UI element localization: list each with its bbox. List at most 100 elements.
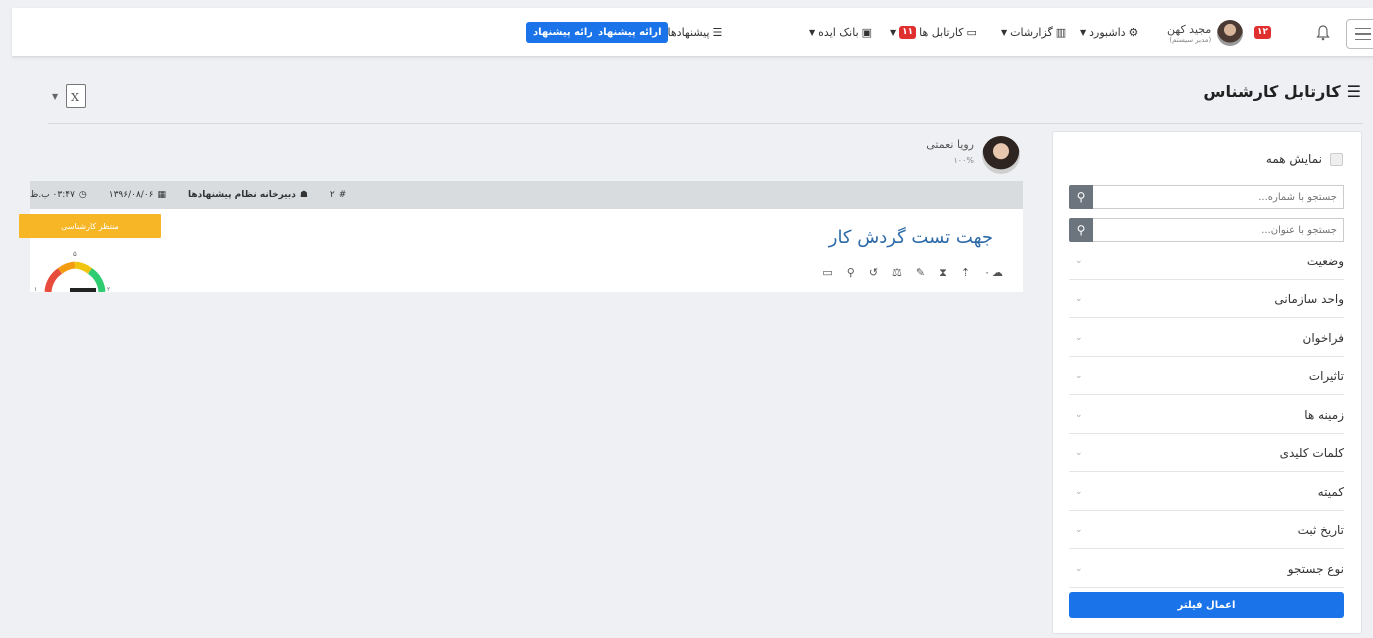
- hourglass-icon[interactable]: ⧗: [939, 266, 947, 280]
- filter-label: فراخوان: [1302, 330, 1344, 345]
- my-proposals-dropdown[interactable]: ارائه پیشنهاد: [592, 8, 668, 57]
- menu-bar-icon: [1355, 38, 1371, 41]
- image-icon: ▣: [861, 26, 873, 39]
- author-percent: ۱۰۰%: [953, 156, 975, 165]
- chevron-down-icon: ⌄: [1075, 409, 1083, 420]
- chevron-down-icon: ⌄: [1075, 293, 1083, 304]
- show-all-label: نمایش همه: [1265, 152, 1322, 166]
- edit-icon[interactable]: ✎: [916, 266, 925, 280]
- user-name: مجید کهن: [1167, 22, 1212, 36]
- filter-label: تاثیرات: [1308, 368, 1344, 383]
- filter-label: وضعیت: [1306, 253, 1344, 268]
- filter-label: زمینه ها: [1304, 407, 1344, 422]
- filter-register-date[interactable]: ⌄ تاریخ ثبت: [1069, 511, 1344, 549]
- proposal-toolbar: ▭ ⚲ ↺ ⚖ ✎ ⧗ ⇡ ۰ ☁: [822, 266, 1003, 280]
- nav-idea-bank[interactable]: ▼ بانک ایده ▣: [809, 8, 872, 57]
- proposal-author: رویا نعمتی ۱۰۰%: [905, 134, 1020, 174]
- chevron-down-icon: ⌄: [1075, 563, 1083, 574]
- nav-reports[interactable]: ▼ گزارشات ▥: [1001, 8, 1066, 57]
- search-icon[interactable]: ⚲: [1069, 218, 1093, 242]
- monitor-icon: ▭: [966, 26, 977, 39]
- nav-dashboard[interactable]: ▼ داشبورد ⚙: [1080, 8, 1138, 57]
- user-role: (مدیر سیستم): [1169, 35, 1212, 44]
- menu-bar-icon: [1355, 27, 1371, 30]
- filter-status[interactable]: ⌄ وضعیت: [1069, 242, 1344, 280]
- filter-panel: نمایش همه ⚲ ⚲ ⌄ وضعیت ⌄ واحد سازمانی ⌄ ف…: [1052, 131, 1362, 634]
- propose-button-label: ارائه پیشنهاد: [533, 27, 597, 38]
- proposal-secretariat: ☗ دبیرخانه نظام پیشنهادها: [188, 190, 308, 200]
- dashboard-icon: ⚙: [1128, 26, 1139, 39]
- filter-label: کمیته: [1317, 484, 1344, 499]
- nav-reports-label: گزارشات: [1010, 26, 1053, 39]
- history-icon[interactable]: ↺: [869, 266, 878, 280]
- proposal-time: ◷ ۰۳:۴۷ ب.ظ: [30, 190, 87, 200]
- menu-toggle-button[interactable]: [1346, 19, 1373, 49]
- score-gauge: ۵ ۱ ۲: [30, 244, 120, 292]
- chevron-down-icon: ⌄: [1075, 370, 1083, 381]
- my-proposals-button: ارائه پیشنهاد: [592, 22, 668, 43]
- filter-keywords[interactable]: ⌄ کلمات کلیدی: [1069, 434, 1344, 472]
- scale-icon[interactable]: ⚖: [892, 266, 902, 280]
- search-icon[interactable]: ⚲: [847, 266, 855, 280]
- author-avatar: [982, 136, 1020, 174]
- filter-label: واحد سازمانی: [1274, 291, 1344, 306]
- search-icon[interactable]: ⚲: [1069, 185, 1093, 209]
- excel-icon: X: [66, 84, 87, 108]
- messages-indicator[interactable]: ۱۲: [1254, 8, 1271, 57]
- nav-cartables[interactable]: ▼ ۱۱ کارتابل ها ▭: [890, 8, 977, 57]
- chevron-down-icon: ⌄: [1075, 524, 1083, 535]
- gauge-max-label: ۵: [73, 250, 77, 258]
- cartables-count-badge: ۱۱: [899, 26, 917, 39]
- filter-search-type[interactable]: ⌄ نوع جستجو: [1069, 550, 1344, 588]
- filter-impacts[interactable]: ⌄ تاثیرات: [1069, 357, 1344, 395]
- filter-org-unit[interactable]: ⌄ واحد سازمانی: [1069, 280, 1344, 318]
- filter-fields[interactable]: ⌄ زمینه ها: [1069, 396, 1344, 434]
- proposal-number: # ۲: [329, 190, 347, 200]
- list-icon: ☰: [712, 26, 723, 39]
- menu-bar-icon: [1355, 33, 1371, 35]
- list-icon: ☰: [1346, 82, 1361, 101]
- search-number-input[interactable]: [1093, 185, 1344, 209]
- chevron-down-icon: ▼: [1001, 28, 1008, 37]
- proposal-card-header: # ۲ ☗ دبیرخانه نظام پیشنهادها ▦ ۱۳۹۶/۰۸/…: [30, 181, 1023, 209]
- filter-call[interactable]: ⌄ فراخوان: [1069, 319, 1344, 357]
- chevron-down-icon: ⌄: [1075, 255, 1083, 266]
- chevron-down-icon: ▼: [1080, 28, 1087, 37]
- user-avatar: [1217, 19, 1244, 46]
- checkbox-icon[interactable]: [1330, 152, 1343, 166]
- apply-filter-button[interactable]: اعمال فیلتر: [1069, 592, 1344, 618]
- upload-icon[interactable]: ⇡: [961, 266, 970, 280]
- chevron-down-icon: ⌄: [1075, 332, 1083, 343]
- clock-icon: ◷: [78, 190, 87, 200]
- proposal-date: ▦ ۱۳۹۶/۰۸/۰۶: [108, 190, 167, 200]
- excel-export[interactable]: ▼ X: [52, 84, 87, 108]
- window-icon[interactable]: ▭: [822, 266, 832, 280]
- chevron-down-icon: ⌄: [1075, 447, 1083, 458]
- proposal-title[interactable]: جهت تست گردش کار: [829, 227, 993, 248]
- top-navbar: ۱۲ مجید کهن (مدیر سیستم) ▼ داشبورد ⚙ ▼ گ…: [12, 8, 1373, 57]
- show-all-checkbox[interactable]: نمایش همه: [1266, 152, 1343, 166]
- filter-label: نوع جستجو: [1287, 561, 1344, 576]
- search-title-input[interactable]: [1093, 218, 1344, 242]
- status-badge: منتظر کارشناسی: [19, 214, 161, 238]
- nav-dashboard-label: داشبورد: [1089, 26, 1126, 39]
- user-info: مجید کهن (مدیر سیستم): [1167, 22, 1211, 44]
- comments-icon[interactable]: ۰ ☁: [984, 266, 1003, 280]
- search-by-title: ⚲: [1069, 218, 1344, 242]
- filter-committee[interactable]: ⌄ کمیته: [1069, 473, 1344, 511]
- group-icon: ☗: [299, 190, 308, 200]
- filter-label: کلمات کلیدی: [1279, 445, 1344, 460]
- hash-icon: #: [338, 190, 347, 200]
- user-menu[interactable]: مجید کهن (مدیر سیستم): [1167, 8, 1244, 57]
- messages-count-badge: ۱۲: [1254, 26, 1271, 39]
- notification-bell-icon[interactable]: [1316, 8, 1330, 57]
- search-by-number: ⚲: [1069, 185, 1344, 209]
- page-title: کارتابل کارشناس ☰: [1203, 82, 1361, 101]
- gauge-side-label: ۲: [107, 286, 110, 292]
- calendar-icon: ▦: [157, 190, 167, 200]
- chevron-down-icon: ▼: [52, 91, 59, 101]
- filter-label: تاریخ ثبت: [1297, 522, 1344, 537]
- chevron-down-icon: ⌄: [1075, 486, 1083, 497]
- title-divider: [48, 123, 1363, 124]
- gauge-min-label: ۱: [34, 286, 37, 292]
